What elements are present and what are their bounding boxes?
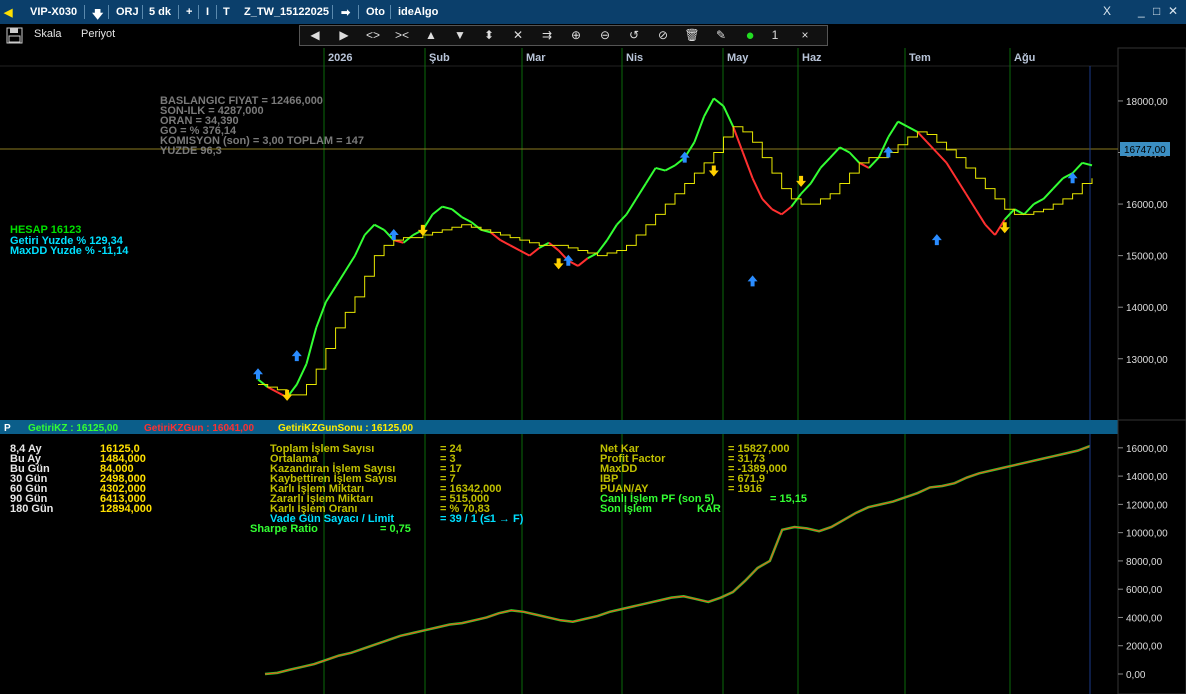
trade-stat-value: = 39 / 1 (≤1 → F)	[440, 513, 524, 525]
period-label: 180 Gün	[10, 503, 54, 515]
getirikzgunsonu-label: GetiriKZGunSonu : 16125,00	[278, 423, 413, 434]
month-label: Tem	[909, 52, 931, 64]
equity-tick-label: 16000,00	[1126, 444, 1168, 455]
month-label: Şub	[429, 52, 450, 64]
equity-tick-label: 6000,00	[1126, 585, 1163, 596]
equity-axis-labels: 16000,00 14000,00 12000,00 10000,00 8000,00 6…	[1118, 444, 1168, 681]
info-line-6: YUZDE 96,3	[160, 145, 222, 157]
maxdd-text: MaxDD Yuzde % -11,14	[10, 245, 129, 257]
month-label: Nis	[626, 52, 643, 64]
price-tick-label: 18000,00	[1126, 97, 1168, 108]
getirikzgun-label: GetiriKZGun : 16041,00	[144, 423, 254, 434]
pf-value: = 15,15	[770, 493, 807, 505]
last-trade-label: Son İşlem	[600, 502, 652, 515]
current-price-value: 16747,00	[1124, 145, 1166, 156]
month-label: 2026	[328, 52, 352, 64]
equity-tick-label: 2000,00	[1126, 642, 1163, 653]
chart-canvas: 2026ŞubMarNisMayHazTemAğu 18000,0017000,…	[0, 47, 1186, 694]
sharpe-value: = 0,75	[380, 523, 411, 535]
month-label: Ağu	[1014, 52, 1035, 64]
month-label: Haz	[802, 52, 822, 64]
month-grid-lower	[323, 434, 1011, 694]
equity-tick-label: 8000,00	[1126, 557, 1163, 568]
month-label: Mar	[526, 52, 546, 64]
sharpe-label: Sharpe Ratio	[250, 523, 318, 535]
price-tick-label: 13000,00	[1126, 355, 1168, 366]
perf-stat-value: = 1916	[728, 483, 762, 495]
equity-tick-label: 0,00	[1126, 670, 1146, 681]
price-tick-label: 14000,00	[1126, 303, 1168, 314]
stats-block: 8,4 Ay 16125,0Bu Ay 1484,000Bu Gün 84,00030…	[10, 442, 807, 535]
equity-tick-label: 14000,00	[1126, 472, 1168, 483]
last-trade-value: KAR	[697, 503, 721, 515]
equity-tick-label: 4000,00	[1126, 613, 1163, 624]
period-value: 12894,000	[100, 503, 152, 515]
getirikz-label: GetiriKZ : 16125,00	[28, 423, 118, 434]
price-tick-label: 15000,00	[1126, 252, 1168, 263]
pane-p-label: P	[4, 423, 11, 434]
month-label: May	[727, 52, 749, 64]
equity-tick-label: 12000,00	[1126, 500, 1168, 511]
equity-tick-label: 10000,00	[1126, 529, 1168, 540]
price-tick-label: 16000,00	[1126, 200, 1168, 211]
